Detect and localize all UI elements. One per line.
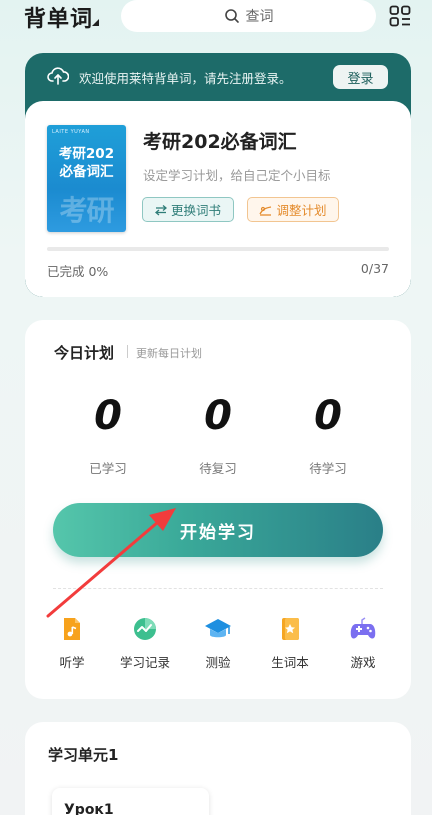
login-button[interactable]: 登录 (333, 65, 388, 89)
search-input[interactable]: 查词 (121, 0, 376, 32)
stat-label: 已学习 (89, 461, 127, 476)
grid-menu-icon[interactable] (389, 5, 411, 27)
study-unit-card: 学习单元1 Урок1 (25, 722, 411, 815)
lesson-title: Урок1 (64, 802, 114, 815)
adjust-plan-button[interactable]: 调整计划 (247, 197, 339, 222)
progress-label: 已完成 0% (47, 264, 109, 279)
book-cover-brand: LAITE YUYAN (52, 129, 90, 135)
stat-to-learn: 0 待学习 (273, 392, 383, 477)
divider (53, 588, 383, 589)
book-cover[interactable]: LAITE YUYAN 考研202 必备词汇 考研 (47, 125, 126, 232)
book-subtitle: 设定学习计划，给自己定个小目标 (143, 168, 331, 183)
stat-value: 0 (204, 393, 232, 439)
record-icon (134, 618, 156, 640)
unit-title: 学习单元1 (48, 746, 119, 764)
plan-divider (127, 345, 128, 358)
game-icon (350, 617, 376, 639)
tool-quiz[interactable]: 测验 (187, 616, 249, 671)
tool-study-record[interactable]: 学习记录 (114, 616, 176, 671)
progress-count: 0/37 (360, 261, 389, 276)
stat-label: 待复习 (199, 461, 237, 476)
tool-word-notebook[interactable]: 生词本 (259, 616, 321, 671)
stat-label: 待学习 (309, 461, 347, 476)
header: 背单词 查词 (0, 0, 432, 36)
quiz-icon (205, 619, 231, 638)
book-cover-title: 考研202 必备词汇 (47, 145, 126, 181)
stat-value: 0 (94, 393, 122, 439)
book-title: 考研202必备词汇 (143, 131, 297, 153)
adjust-icon (259, 205, 272, 216)
tool-label: 生词本 (271, 655, 309, 670)
change-book-button[interactable]: 更换词书 (142, 197, 234, 222)
tool-label: 学习记录 (119, 655, 170, 670)
tool-label: 测验 (205, 655, 231, 670)
stat-review: 0 待复习 (163, 392, 273, 477)
tool-listen[interactable]: 听学 (41, 616, 103, 671)
book-cover-title-line1: 考研202 (58, 146, 115, 162)
today-plan-card: 今日计划 更新每日计划 0 已学习 0 待复习 0 待学习 开始学习 听学 学习… (25, 320, 411, 699)
login-banner: 欢迎使用莱特背单词，请先注册登录。 登录 (25, 53, 411, 101)
lesson-card[interactable]: Урок1 (52, 788, 209, 815)
change-book-label: 更换词书 (170, 203, 221, 218)
dropdown-caret-icon[interactable] (92, 19, 99, 26)
cloud-upload-icon (47, 67, 69, 85)
search-icon (224, 9, 239, 23)
start-learning-button[interactable]: 开始学习 (53, 503, 383, 557)
swap-icon (154, 204, 167, 215)
banner-text: 欢迎使用莱特背单词，请先注册登录。 (79, 71, 292, 86)
book-panel: LAITE YUYAN 考研202 必备词汇 考研 考研202必备词汇 设定学习… (25, 101, 411, 297)
book-cover-title-line2: 必备词汇 (59, 164, 114, 180)
plan-title: 今日计划 (54, 344, 115, 362)
page-title[interactable]: 背单词 (24, 1, 93, 33)
stat-value: 0 (314, 393, 342, 439)
notebook-icon (282, 618, 299, 640)
update-plan-link[interactable]: 更新每日计划 (136, 345, 202, 361)
search-placeholder: 查词 (245, 9, 274, 25)
tool-label: 听学 (59, 655, 85, 670)
tool-label: 游戏 (350, 655, 376, 670)
progress-bar (47, 247, 389, 251)
book-cover-watermark: 考研 (59, 194, 114, 227)
stat-learned: 0 已学习 (53, 392, 163, 477)
wordbook-card: 欢迎使用莱特背单词，请先注册登录。 登录 LAITE YUYAN 考研202 必… (25, 53, 411, 297)
adjust-plan-label: 调整计划 (276, 203, 327, 218)
listen-icon (64, 618, 80, 640)
tool-game[interactable]: 游戏 (332, 616, 394, 671)
